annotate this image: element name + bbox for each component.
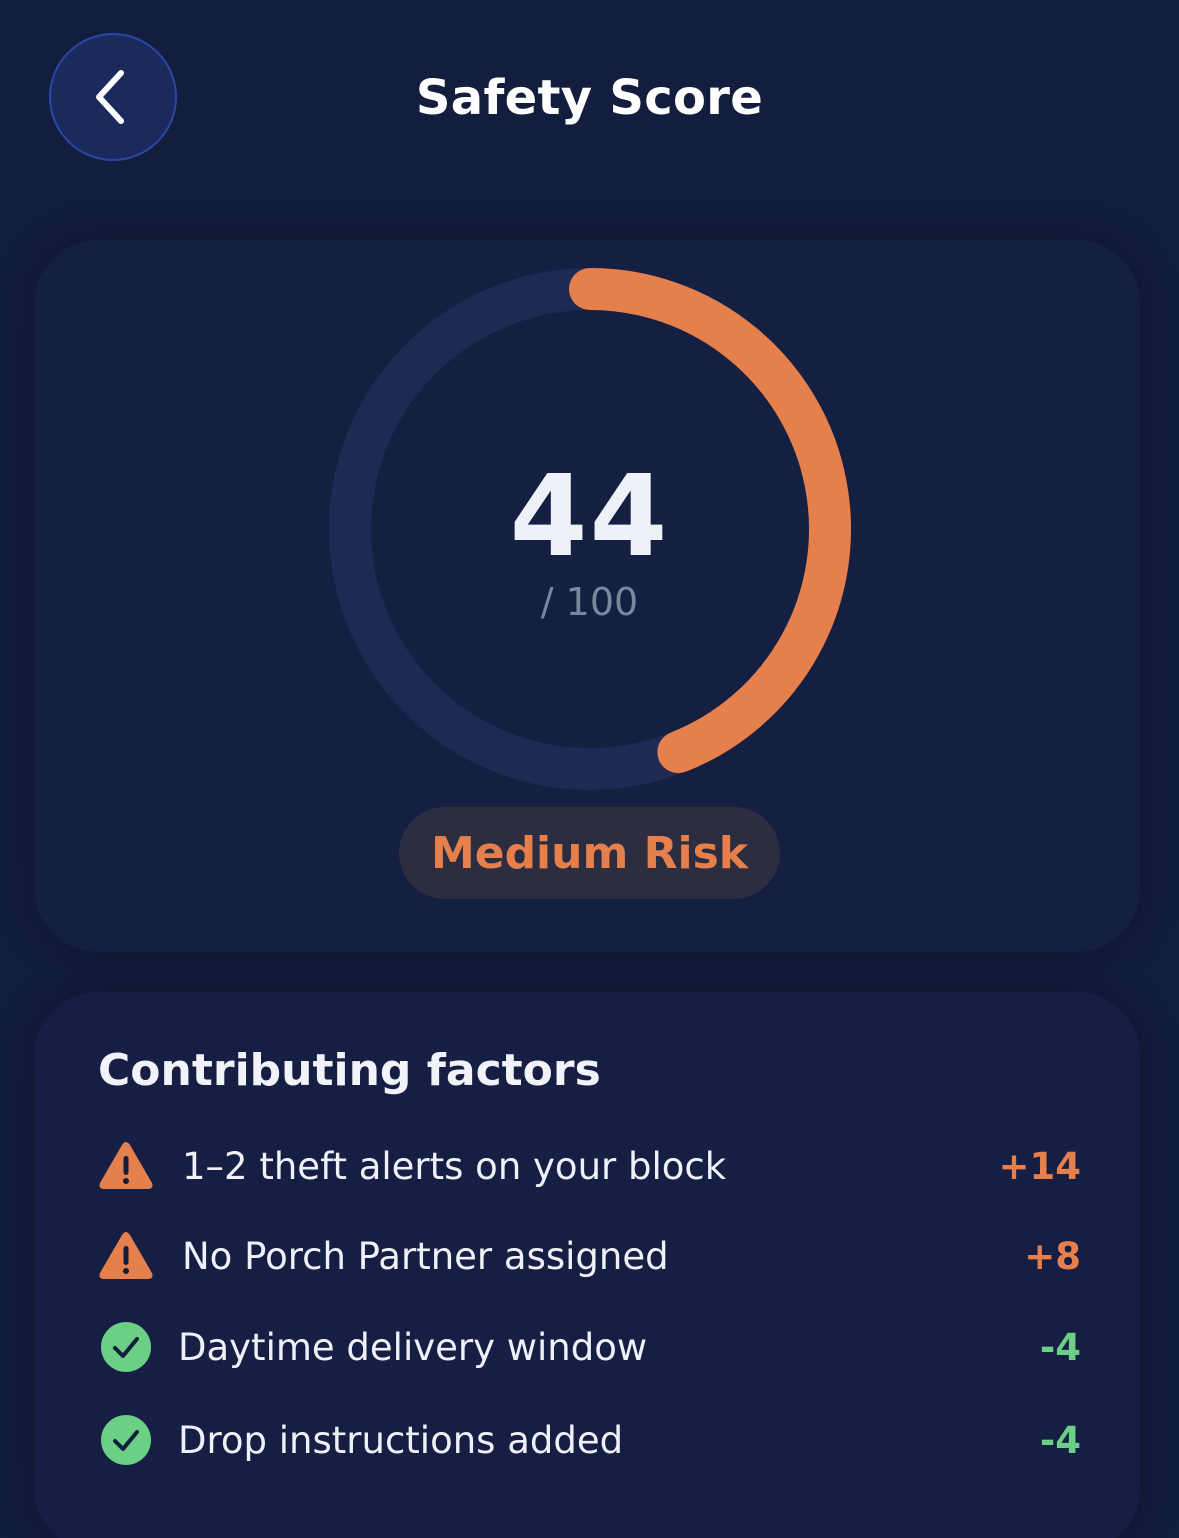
factor-label: No Porch Partner assigned xyxy=(182,1234,669,1278)
factor-delta: -4 xyxy=(1039,1418,1081,1462)
factor-label: Drop instructions added xyxy=(178,1418,624,1462)
factor-delta: +14 xyxy=(998,1144,1082,1188)
warning-icon xyxy=(98,1138,154,1194)
score-max-label: / 100 xyxy=(540,580,639,624)
page-title: Safety Score xyxy=(415,70,764,126)
score-value: 44 xyxy=(509,452,670,582)
factor-delta: +8 xyxy=(1024,1234,1081,1278)
check-circle-icon xyxy=(98,1412,154,1468)
risk-level-badge: Medium Risk xyxy=(399,807,780,899)
warning-icon xyxy=(98,1228,154,1284)
factor-label: Daytime delivery window xyxy=(178,1325,648,1369)
safety-score-screen: Safety Score 44 / 100 Medium Risk Contri… xyxy=(0,0,1179,1538)
factors-heading: Contributing factors xyxy=(98,1045,601,1096)
factor-row: Daytime delivery window -4 xyxy=(98,1317,1081,1377)
factor-row: Drop instructions added -4 xyxy=(98,1410,1081,1470)
factor-label: 1–2 theft alerts on your block xyxy=(182,1144,727,1188)
factor-row: No Porch Partner assigned +8 xyxy=(98,1226,1081,1286)
risk-level-label: Medium Risk xyxy=(430,827,749,879)
factor-delta: -4 xyxy=(1039,1325,1081,1369)
factor-row: 1–2 theft alerts on your block +14 xyxy=(98,1136,1081,1196)
check-circle-icon xyxy=(98,1319,154,1375)
